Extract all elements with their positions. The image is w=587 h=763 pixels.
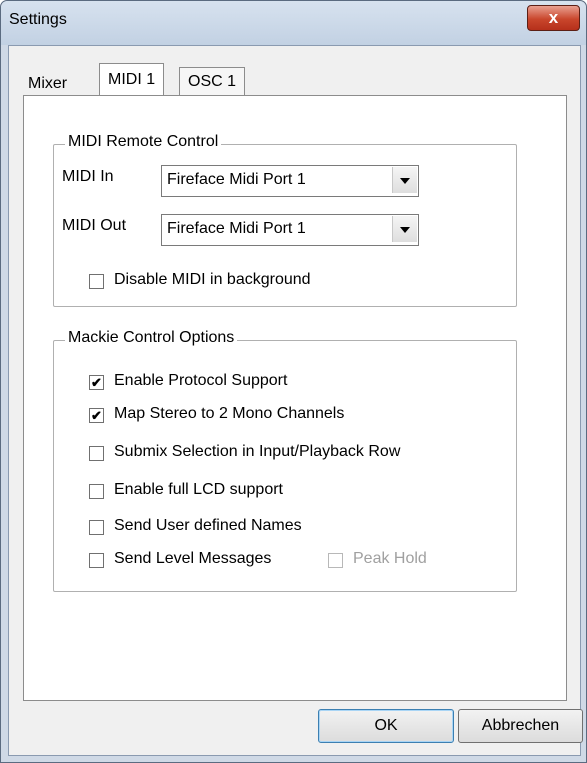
send-user-names-label: Send User defined Names bbox=[114, 517, 302, 534]
send-level-messages-checkbox[interactable] bbox=[89, 553, 104, 568]
window-title: Settings bbox=[9, 11, 67, 28]
cancel-button-label: Abbrechen bbox=[481, 717, 560, 734]
midi-in-label: MIDI In bbox=[62, 168, 114, 185]
tab-mixer[interactable]: Mixer bbox=[20, 71, 75, 97]
disable-midi-bg-checkbox[interactable] bbox=[89, 274, 104, 289]
map-stereo-mono-label: Map Stereo to 2 Mono Channels bbox=[114, 405, 345, 422]
enable-full-lcd-label: Enable full LCD support bbox=[114, 481, 283, 498]
disable-midi-bg-label: Disable MIDI in background bbox=[114, 271, 311, 288]
ok-button-label: OK bbox=[374, 717, 398, 734]
submix-selection-label: Submix Selection in Input/Playback Row bbox=[114, 443, 401, 460]
chevron-down-icon[interactable] bbox=[392, 167, 417, 193]
peak-hold-label: Peak Hold bbox=[353, 550, 427, 567]
midi-remote-group-label: MIDI Remote Control bbox=[65, 133, 222, 151]
map-stereo-mono-checkbox[interactable] bbox=[89, 408, 104, 423]
enable-protocol-support-label: Enable Protocol Support bbox=[114, 372, 288, 389]
enable-protocol-support-checkbox[interactable] bbox=[89, 375, 104, 390]
settings-window: Settings x Mixer MIDI 1 OSC 1 MIDI Remot… bbox=[0, 0, 587, 763]
midi-in-value: Fireface Midi Port 1 bbox=[167, 171, 306, 188]
title-bar[interactable]: Settings x bbox=[1, 1, 586, 45]
tab-midi-1[interactable]: MIDI 1 bbox=[99, 63, 165, 98]
midi-in-select[interactable]: Fireface Midi Port 1 bbox=[161, 165, 419, 197]
tab-osc-1[interactable]: OSC 1 bbox=[179, 67, 246, 96]
close-icon: x bbox=[548, 8, 559, 27]
cancel-button[interactable]: Abbrechen bbox=[458, 709, 583, 743]
midi-out-label: MIDI Out bbox=[62, 217, 127, 234]
ok-button[interactable]: OK bbox=[318, 709, 454, 743]
chevron-down-icon[interactable] bbox=[392, 216, 417, 242]
send-level-messages-label: Send Level Messages bbox=[114, 550, 272, 567]
mackie-options-group-label: Mackie Control Options bbox=[65, 329, 238, 347]
midi-out-value: Fireface Midi Port 1 bbox=[167, 220, 306, 237]
enable-full-lcd-checkbox[interactable] bbox=[89, 484, 104, 499]
close-button[interactable]: x bbox=[527, 5, 580, 31]
peak-hold-checkbox bbox=[328, 553, 343, 568]
submix-selection-checkbox[interactable] bbox=[89, 446, 104, 461]
send-user-names-checkbox[interactable] bbox=[89, 520, 104, 535]
midi-out-select[interactable]: Fireface Midi Port 1 bbox=[161, 214, 419, 246]
